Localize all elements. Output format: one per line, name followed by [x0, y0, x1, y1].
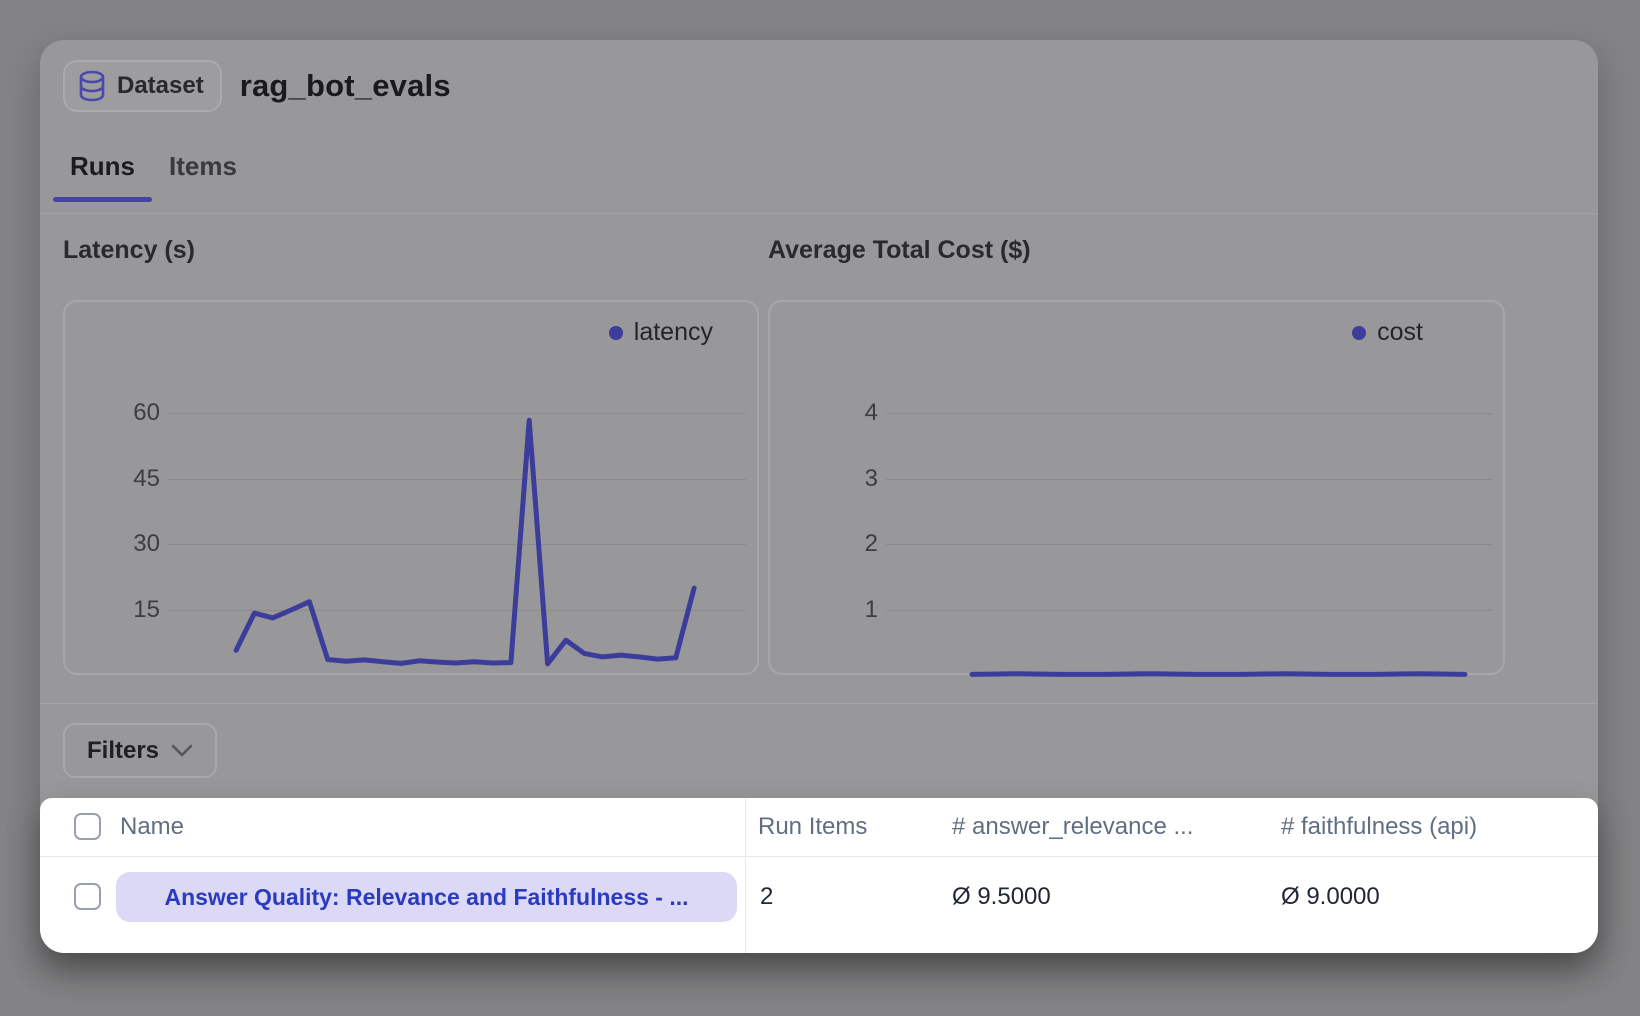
cost-line-series [770, 302, 1507, 677]
cost-legend-label: cost [1377, 318, 1423, 347]
latency-legend-dot [609, 326, 623, 340]
database-icon [77, 70, 107, 102]
section-divider [40, 703, 1598, 704]
row-checkbox[interactable] [74, 883, 101, 910]
latency-legend-label: latency [634, 318, 713, 347]
run-name-label: Answer Quality: Relevance and Faithfulne… [164, 884, 688, 911]
filters-button-label: Filters [87, 737, 159, 765]
select-all-checkbox[interactable] [74, 813, 101, 840]
column-header-name: Name [120, 812, 184, 842]
cost-legend: cost [1352, 318, 1423, 347]
latency-line-series [65, 302, 761, 677]
page-header: Dataset rag_bot_evals [63, 60, 451, 112]
tab-runs[interactable]: Runs [53, 140, 152, 192]
tabs-divider [40, 213, 1598, 214]
run-items-value: 2 [760, 882, 773, 912]
dataset-badge: Dataset [63, 60, 222, 112]
faithfulness-value: Ø 9.0000 [1281, 882, 1380, 912]
run-name-link[interactable]: Answer Quality: Relevance and Faithfulne… [116, 872, 737, 922]
column-header-run-items: Run Items [758, 812, 867, 842]
dataset-badge-label: Dataset [117, 72, 204, 100]
column-header-faithfulness: # faithfulness (api) [1281, 812, 1477, 842]
latency-legend: latency [609, 318, 713, 347]
filters-button[interactable]: Filters [63, 723, 217, 778]
latency-chart-title: Latency (s) [63, 236, 195, 265]
active-tab-underline [53, 197, 152, 202]
tab-runs-label: Runs [70, 151, 135, 182]
chevron-down-icon [171, 744, 193, 758]
cost-chart-title: Average Total Cost ($) [768, 236, 1031, 265]
answer-relevance-value: Ø 9.5000 [952, 882, 1051, 912]
table-row: Answer Quality: Relevance and Faithfulne… [40, 856, 1598, 953]
latency-chart: latency 15304560 [63, 300, 759, 675]
dataset-panel: Dataset rag_bot_evals Runs Items Latency… [40, 40, 1598, 953]
tabs: Runs Items [53, 140, 254, 192]
table-header-row: Name Run Items # answer_relevance ... # … [40, 798, 1598, 857]
column-header-answer-relevance: # answer_relevance ... [952, 812, 1193, 842]
cost-legend-dot [1352, 326, 1366, 340]
tab-items[interactable]: Items [152, 140, 254, 192]
page-title: rag_bot_evals [240, 68, 451, 104]
cost-chart: cost 1234 [768, 300, 1505, 675]
tab-items-label: Items [169, 151, 237, 182]
runs-table: Name Run Items # answer_relevance ... # … [40, 798, 1598, 953]
